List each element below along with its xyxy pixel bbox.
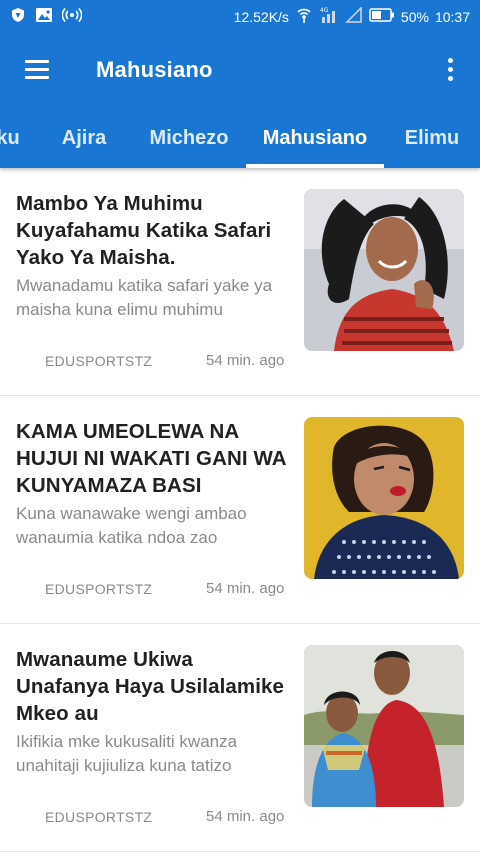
article-time: 54 min. ago xyxy=(206,808,285,825)
app-bar: Mahusiano xyxy=(0,33,480,108)
signal-icon xyxy=(345,6,363,26)
article-time: 54 min. ago xyxy=(206,580,285,597)
hamburger-menu-icon[interactable] xyxy=(22,55,52,85)
tab-partial-left[interactable]: ku xyxy=(0,108,28,168)
article-source: EDUSPORTSTZ xyxy=(45,353,153,369)
status-left-icons xyxy=(10,7,83,26)
image-icon xyxy=(35,7,53,26)
hotspot-icon xyxy=(61,7,83,26)
article-title[interactable]: Mambo Ya Muhimu Kuyafahamu Katika Safari… xyxy=(16,190,291,271)
tab-mahusiano[interactable]: Mahusiano xyxy=(246,108,384,168)
category-tabs: ku Ajira Michezo Mahusiano Elimu xyxy=(0,108,480,168)
article-card[interactable]: KAMA UMEOLEWA NA HUJUI NI WAKATI GANI WA… xyxy=(0,396,480,624)
article-time: 54 min. ago xyxy=(206,352,285,369)
article-excerpt: Mwanadamu katika safari yake ya maisha k… xyxy=(16,276,273,319)
page-title: Mahusiano xyxy=(96,57,213,82)
article-title[interactable]: Mwanaume Ukiwa Unafanya Haya Usilalamike… xyxy=(16,646,291,727)
article-card[interactable]: Mambo Ya Muhimu Kuyafahamu Katika Safari… xyxy=(0,168,480,396)
clock: 10:37 xyxy=(434,8,470,25)
more-vertical-icon[interactable] xyxy=(440,55,460,85)
svg-text:4G: 4G xyxy=(320,7,329,14)
tab-ajira[interactable]: Ajira xyxy=(44,108,124,168)
battery-percent: 50% xyxy=(400,8,429,25)
article-thumbnail[interactable] xyxy=(304,417,464,579)
article-excerpt: Ikifikia mke kukusaliti kwanza unahitaji… xyxy=(16,732,238,775)
article-feed: Mambo Ya Muhimu Kuyafahamu Katika Safari… xyxy=(0,168,480,852)
article-card[interactable]: Mwanaume Ukiwa Unafanya Haya Usilalamike… xyxy=(0,624,480,852)
wifi-icon xyxy=(295,6,313,27)
signal-4g-icon: 4G xyxy=(319,6,339,27)
article-source: EDUSPORTSTZ xyxy=(45,581,153,597)
article-source: EDUSPORTSTZ xyxy=(45,809,153,825)
battery-icon xyxy=(369,8,395,25)
article-thumbnail[interactable] xyxy=(304,189,464,351)
tab-michezo[interactable]: Michezo xyxy=(138,108,240,168)
tab-elimu[interactable]: Elimu xyxy=(396,108,468,168)
net-speed: 12.52K/s xyxy=(233,8,289,25)
article-thumbnail[interactable] xyxy=(304,645,464,807)
article-excerpt: Kuna wanawake wengi ambao wanaumia katik… xyxy=(16,504,247,547)
status-bar: 12.52K/s 4G 50% 10:37 xyxy=(0,0,480,33)
status-right: 12.52K/s 4G 50% 10:37 xyxy=(234,6,470,27)
article-title[interactable]: KAMA UMEOLEWA NA HUJUI NI WAKATI GANI WA… xyxy=(16,418,291,499)
vpn-shield-icon xyxy=(10,7,26,26)
